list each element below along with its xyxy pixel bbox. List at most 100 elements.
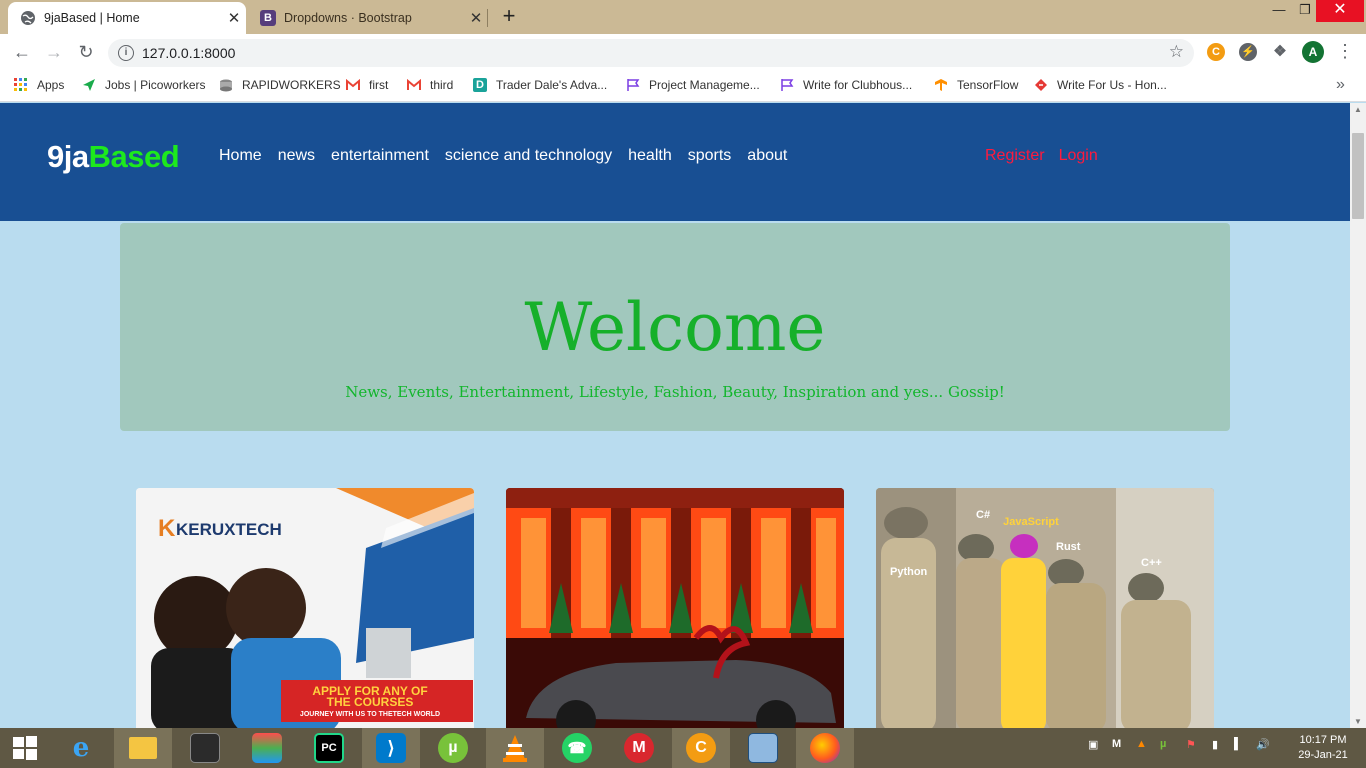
login-link[interactable]: Login (1059, 147, 1098, 165)
bookmarks-bar: Apps Jobs | Picoworkers RAPIDWORKERS fir… (0, 70, 1366, 102)
article-card-keruxtech[interactable]: K KERUXTECH APPLY FOR ANY OF THE COURSES… (136, 488, 474, 728)
taskbar-pycharm[interactable]: PC (300, 728, 358, 768)
forward-button[interactable]: → (42, 41, 66, 63)
reload-button[interactable]: ↻ (74, 41, 98, 63)
tab-close-icon[interactable]: ✕ (222, 9, 246, 27)
gmail-icon (407, 78, 421, 92)
page-scrollbar[interactable]: ▲ ▼ (1350, 103, 1366, 728)
bookmark-label: Write For Us - Hon... (1057, 78, 1167, 92)
ad-banner-line2: THE COURSES (327, 695, 414, 709)
bookmark-apps[interactable]: Apps (14, 78, 64, 92)
nav-home[interactable]: Home (219, 147, 262, 165)
scroll-down-arrow-icon[interactable]: ▼ (1354, 717, 1362, 726)
tray-mega-icon[interactable]: M (1112, 738, 1121, 750)
meme-label-rust: Rust (1056, 541, 1081, 553)
site-navbar: 9jaBased Home news entertainment science… (0, 103, 1350, 221)
taskbar-internet-explorer[interactable]: e (52, 728, 110, 768)
scrollbar-thumb[interactable] (1352, 133, 1364, 219)
start-button[interactable] (0, 728, 50, 768)
bookmark-clubhouse[interactable]: Write for Clubhous... (780, 78, 912, 92)
taskbar-firefox[interactable] (796, 728, 854, 768)
tray-vlc-icon[interactable]: ▲ (1136, 738, 1147, 750)
back-button[interactable]: ← (10, 41, 34, 63)
flag-icon (626, 78, 640, 92)
taskbar-utorrent[interactable]: µ (424, 728, 482, 768)
tray-utorrent-icon[interactable]: µ (1160, 738, 1166, 750)
article-card-languages-meme[interactable]: C# JavaScript Python Rust C++ (876, 488, 1214, 728)
profile-avatar[interactable]: A (1302, 41, 1324, 63)
coin-extension-icon[interactable]: C (1207, 43, 1225, 61)
tray-network-icon[interactable]: ▣ (1088, 738, 1098, 751)
keruxtech-brand: KERUXTECH (176, 520, 282, 539)
page-viewport: 9jaBased Home news entertainment science… (0, 103, 1350, 728)
new-tab-button[interactable]: + (496, 4, 522, 30)
taskbar-virtualbox[interactable] (734, 728, 792, 768)
clock-time: 10:17 PM (1299, 734, 1347, 746)
more-bookmarks-icon[interactable]: » (1336, 76, 1345, 94)
d-badge-icon: D (473, 78, 487, 92)
meme-label-python: Python (890, 566, 928, 578)
address-bar[interactable]: i 127.0.0.1:8000 ☆ (108, 39, 1194, 67)
taskbar-vlc[interactable] (486, 728, 544, 768)
register-link[interactable]: Register (985, 147, 1045, 165)
bookmark-picoworkers[interactable]: Jobs | Picoworkers (82, 78, 205, 92)
bookmark-first[interactable]: first (346, 78, 388, 92)
taskbar-vscode[interactable]: ⟩ (362, 728, 420, 768)
taskbar-app-dark[interactable] (176, 728, 234, 768)
bookmark-trader-dale[interactable]: D Trader Dale's Adva... (473, 78, 607, 92)
bookmark-tensorflow[interactable]: TensorFlow (934, 78, 1018, 92)
tray-volume-icon[interactable]: 🔊 (1256, 738, 1270, 751)
bookmark-rapidworkers[interactable]: RAPIDWORKERS (219, 78, 341, 92)
keruxtech-ad-image: K KERUXTECH APPLY FOR ANY OF THE COURSES… (136, 488, 474, 728)
utorrent-icon: µ (438, 733, 468, 763)
window-close-button[interactable]: ✕ (1316, 0, 1364, 22)
taskbar-coin-app[interactable]: C (672, 728, 730, 768)
hero-jumbotron: Welcome News, Events, Entertainment, Lif… (120, 223, 1230, 431)
bluestacks-icon (252, 733, 282, 763)
bolt-extension-icon[interactable]: ⚡ (1239, 43, 1257, 61)
nav-news[interactable]: news (278, 147, 315, 165)
browser-toolbar: ← → ↻ i 127.0.0.1:8000 ☆ C ⚡ ❖ A ⋮ (0, 34, 1366, 70)
article-card-car[interactable] (506, 488, 844, 728)
clock-date: 29-Jan-21 (1298, 749, 1348, 761)
nav-science-technology[interactable]: science and technology (445, 147, 612, 165)
taskbar-file-explorer[interactable] (114, 728, 172, 768)
bookmark-label: Apps (37, 78, 65, 92)
scroll-up-arrow-icon[interactable]: ▲ (1354, 105, 1362, 114)
keruxtech-k-mark: K (158, 515, 176, 542)
vscode-icon: ⟩ (376, 733, 406, 763)
coin-app-icon: C (686, 733, 716, 763)
taskbar-mega[interactable]: M (610, 728, 668, 768)
hero-subtitle: News, Events, Entertainment, Lifestyle, … (345, 383, 1005, 401)
tab-title: Dropdowns · Bootstrap (284, 11, 412, 25)
bookmark-project-management[interactable]: Project Manageme... (626, 78, 760, 92)
taskbar-bluestacks[interactable] (238, 728, 296, 768)
tray-battery-icon[interactable]: ▮ (1212, 738, 1218, 751)
bookmark-third[interactable]: third (407, 78, 453, 92)
taskbar-clock[interactable]: 10:17 PM 29-Jan-21 (1290, 733, 1356, 763)
taskbar-whatsapp[interactable]: ☎ (548, 728, 606, 768)
tray-signal-icon[interactable]: ▌ (1234, 738, 1242, 750)
nav-health[interactable]: health (628, 147, 672, 165)
site-logo[interactable]: 9jaBased (47, 139, 180, 175)
tab-bootstrap-dropdowns[interactable]: B Dropdowns · Bootstrap ✕ (248, 2, 488, 34)
tray-flag-icon[interactable]: ⚑ (1186, 738, 1196, 751)
globe-icon (20, 10, 36, 26)
bookmark-star-icon[interactable]: ☆ (1169, 42, 1184, 62)
menu-kebab-icon[interactable]: ⋮ (1336, 42, 1354, 60)
nav-sports[interactable]: sports (688, 147, 732, 165)
flag-icon (780, 78, 794, 92)
bookmark-label: TensorFlow (957, 78, 1019, 92)
nav-entertainment[interactable]: entertainment (331, 147, 429, 165)
windows-logo-icon (13, 736, 37, 760)
tab-close-icon[interactable]: ✕ (464, 9, 488, 27)
nav-about[interactable]: about (747, 147, 787, 165)
bookmark-label: RAPIDWORKERS (242, 78, 341, 92)
programming-meme-image: C# JavaScript Python Rust C++ (876, 488, 1214, 728)
extensions-puzzle-icon[interactable]: ❖ (1271, 43, 1289, 61)
tab-home[interactable]: 9jaBased | Home ✕ (8, 2, 246, 34)
site-info-icon[interactable]: i (118, 45, 134, 61)
bookmark-write-for-us[interactable]: Write For Us - Hon... (1034, 78, 1167, 92)
windows-taskbar: e PC ⟩ µ ☎ M C ▣ M ▲ µ ⚑ ▮ ▌ 🔊 10:17 PM … (0, 728, 1366, 768)
bookmark-label: Project Manageme... (649, 78, 760, 92)
